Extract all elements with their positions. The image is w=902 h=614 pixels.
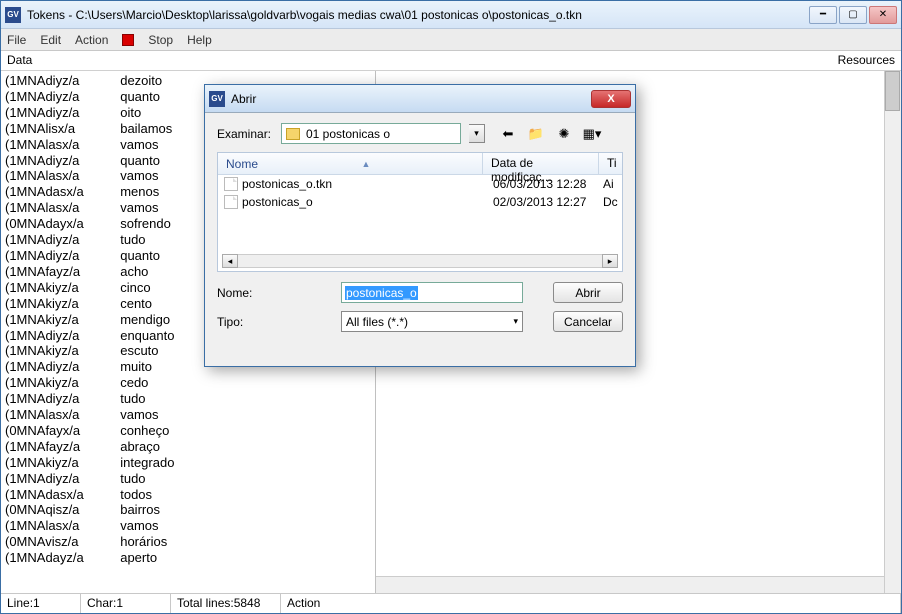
file-icon bbox=[224, 177, 238, 191]
file-row[interactable]: postonicas_o02/03/2013 12:27Dc bbox=[218, 193, 622, 211]
filetype-dropdown[interactable]: All files (*.*) ▾ bbox=[341, 311, 523, 332]
filetype-value: All files (*.*) bbox=[346, 315, 408, 329]
filename-value: postonicas_o bbox=[345, 286, 418, 300]
vertical-scrollbar[interactable] bbox=[884, 71, 901, 593]
type-label: Tipo: bbox=[217, 315, 273, 329]
back-icon[interactable]: ⬅ bbox=[499, 125, 517, 143]
open-button[interactable]: Abrir bbox=[553, 282, 623, 303]
menu-action[interactable]: Action bbox=[75, 33, 108, 47]
sort-asc-icon: ▲ bbox=[362, 159, 371, 169]
filename-input[interactable]: postonicas_o bbox=[341, 282, 523, 303]
col-date[interactable]: Data de modificaç... bbox=[483, 153, 599, 174]
dialog-app-icon: GV bbox=[209, 91, 225, 107]
examine-value: 01 postonicas o bbox=[306, 127, 390, 141]
data-row[interactable]: (0MNAfayx/a conheço bbox=[5, 423, 371, 439]
chevron-down-icon: ▾ bbox=[513, 316, 518, 327]
view-menu-icon[interactable]: ▦▾ bbox=[583, 125, 601, 143]
close-button[interactable]: ✕ bbox=[869, 6, 897, 24]
file-row[interactable]: postonicas_o.tkn06/03/2013 12:28Ai bbox=[218, 175, 622, 193]
data-row[interactable]: (0MNAvisz/a horários bbox=[5, 534, 371, 550]
menu-edit[interactable]: Edit bbox=[40, 33, 61, 47]
cancel-button[interactable]: Cancelar bbox=[553, 311, 623, 332]
col-type[interactable]: Ti bbox=[599, 153, 623, 174]
dialog-close-button[interactable]: X bbox=[591, 90, 631, 108]
data-row[interactable]: (1MNAfayz/a abraço bbox=[5, 439, 371, 455]
data-row[interactable]: (1MNAkiyz/a integrado bbox=[5, 455, 371, 471]
header-resources: Resources bbox=[838, 51, 901, 70]
status-action: Action bbox=[281, 594, 901, 613]
open-dialog: GV Abrir X Examinar: 01 postonicas o ▾ ⬅… bbox=[204, 84, 636, 367]
folder-icon bbox=[286, 128, 300, 140]
data-row[interactable]: (1MNAlasx/a vamos bbox=[5, 407, 371, 423]
data-row[interactable]: (1MNAkiyz/a cedo bbox=[5, 375, 371, 391]
status-line: Line:1 bbox=[1, 594, 81, 613]
data-row[interactable]: (0MNAqisz/a bairros bbox=[5, 502, 371, 518]
data-row[interactable]: (1MNAlasx/a vamos bbox=[5, 518, 371, 534]
examine-dropdown[interactable]: 01 postonicas o bbox=[281, 123, 461, 144]
file-list-hscroll[interactable]: ◂ ▸ bbox=[222, 253, 618, 269]
file-list-header[interactable]: Nome▲ Data de modificaç... Ti bbox=[218, 153, 622, 175]
file-icon bbox=[224, 195, 238, 209]
stop-icon[interactable] bbox=[122, 34, 134, 46]
up-folder-icon[interactable]: 📁 bbox=[527, 125, 545, 143]
minimize-button[interactable]: ━ bbox=[809, 6, 837, 24]
status-total: Total lines:5848 bbox=[171, 594, 281, 613]
data-row[interactable]: (1MNAdasx/a todos bbox=[5, 487, 371, 503]
menu-stop[interactable]: Stop bbox=[148, 33, 173, 47]
data-row[interactable]: (1MNAdiyz/a tudo bbox=[5, 391, 371, 407]
name-label: Nome: bbox=[217, 286, 273, 300]
dialog-titlebar[interactable]: GV Abrir X bbox=[205, 85, 635, 113]
file-list[interactable]: Nome▲ Data de modificaç... Ti postonicas… bbox=[217, 152, 623, 272]
app-icon: GV bbox=[5, 7, 21, 23]
maximize-button[interactable]: ▢ bbox=[839, 6, 867, 24]
header-data: Data bbox=[1, 51, 838, 70]
scroll-left-icon[interactable]: ◂ bbox=[222, 254, 238, 268]
titlebar[interactable]: GV Tokens - C:\Users\Marcio\Desktop\lari… bbox=[1, 1, 901, 29]
data-row[interactable]: (1MNAdayz/a aperto bbox=[5, 550, 371, 566]
statusbar: Line:1 Char:1 Total lines:5848 Action bbox=[1, 593, 901, 613]
menu-file[interactable]: File bbox=[7, 33, 26, 47]
window-title: Tokens - C:\Users\Marcio\Desktop\larissa… bbox=[27, 8, 809, 22]
menubar: File Edit Action Stop Help bbox=[1, 29, 901, 51]
examine-label: Examinar: bbox=[217, 127, 273, 141]
data-row[interactable]: (1MNAdiyz/a tudo bbox=[5, 471, 371, 487]
horizontal-scrollbar[interactable] bbox=[376, 576, 884, 593]
status-char: Char:1 bbox=[81, 594, 171, 613]
dialog-title: Abrir bbox=[231, 92, 591, 106]
examine-dropdown-arrow[interactable]: ▾ bbox=[469, 124, 485, 143]
new-folder-icon[interactable]: ✺ bbox=[555, 125, 573, 143]
menu-help[interactable]: Help bbox=[187, 33, 212, 47]
col-name[interactable]: Nome▲ bbox=[218, 153, 483, 174]
scroll-right-icon[interactable]: ▸ bbox=[602, 254, 618, 268]
column-header: Data Resources bbox=[1, 51, 901, 71]
